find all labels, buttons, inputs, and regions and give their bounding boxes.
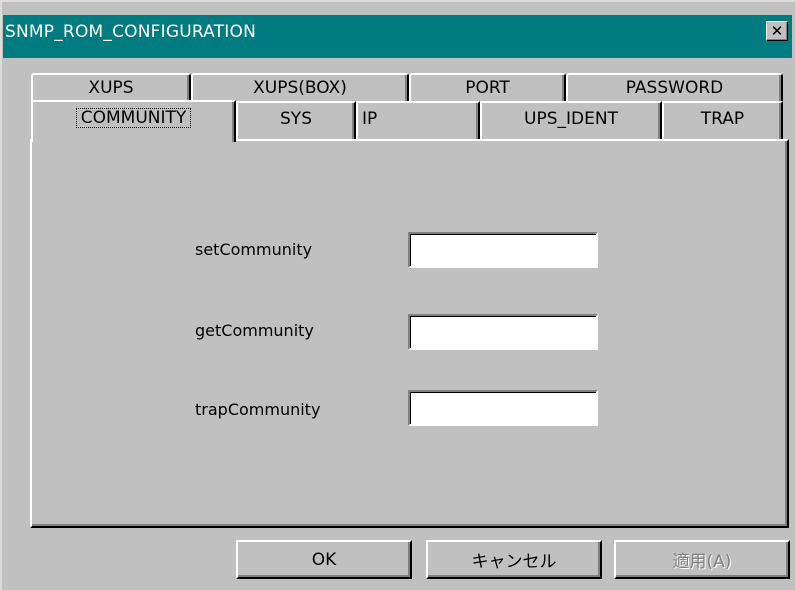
tab-trap-label: TRAP xyxy=(700,109,745,129)
ok-button[interactable]: OK xyxy=(236,540,412,579)
tab-xups-box[interactable]: XUPS(BOX) xyxy=(191,73,409,101)
trap-community-label: trapCommunity xyxy=(195,400,321,419)
tab-community[interactable]: COMMUNITY xyxy=(31,100,236,142)
tab-sys-label: SYS xyxy=(280,109,312,129)
cancel-button[interactable]: キャンセル xyxy=(426,540,602,579)
tab-trap[interactable]: TRAP xyxy=(662,101,783,140)
window-title: SNMP_ROM_CONFIGURATION xyxy=(5,22,256,42)
trap-community-input[interactable] xyxy=(408,390,598,426)
get-community-label: getCommunity xyxy=(195,321,314,340)
close-button[interactable]: ✕ xyxy=(766,21,788,41)
tab-password-label: PASSWORD xyxy=(625,78,724,98)
set-community-label: setCommunity xyxy=(195,240,313,259)
close-icon: ✕ xyxy=(770,21,784,40)
get-community-input[interactable] xyxy=(408,314,598,350)
tab-port-label: PORT xyxy=(465,78,510,98)
tab-sys[interactable]: SYS xyxy=(236,101,356,140)
tab-community-label: COMMUNITY xyxy=(75,108,192,128)
window-frame-left xyxy=(0,0,2,590)
tab-xups[interactable]: XUPS xyxy=(31,73,191,101)
tab-ip[interactable]: IP xyxy=(356,101,480,140)
apply-button[interactable]: 適用(A) xyxy=(614,540,790,579)
set-community-input[interactable] xyxy=(408,232,598,268)
tab-ups-ident-label: UPS_IDENT xyxy=(524,109,618,129)
tab-port[interactable]: PORT xyxy=(409,73,566,101)
tab-xups-label: XUPS xyxy=(88,78,134,98)
tab-xups-box-label: XUPS(BOX) xyxy=(253,78,347,98)
tab-ups-ident[interactable]: UPS_IDENT xyxy=(480,101,662,140)
window-frame-top xyxy=(0,0,795,2)
tab-password[interactable]: PASSWORD xyxy=(566,73,783,101)
tab-ip-label: IP xyxy=(362,109,378,129)
